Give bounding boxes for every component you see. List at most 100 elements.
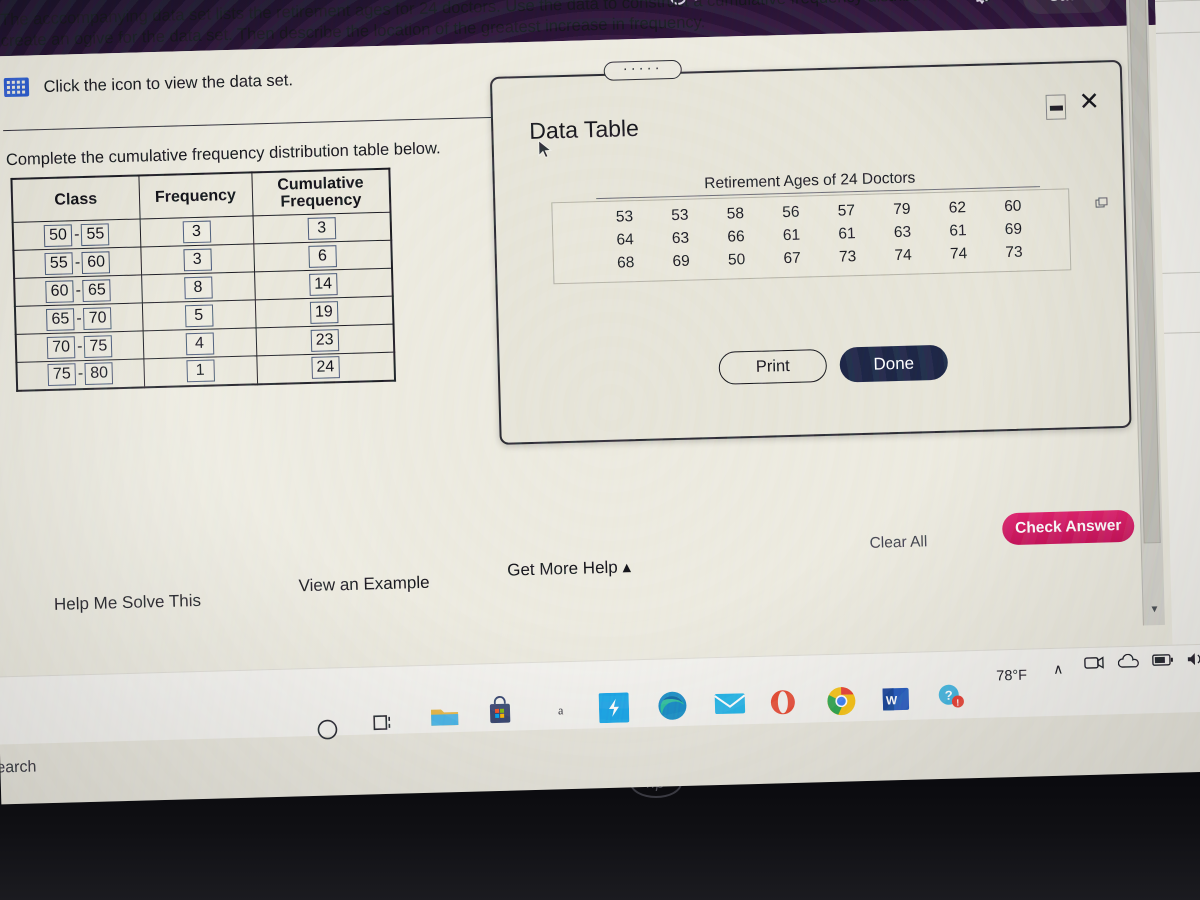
dataset-cell: 53	[671, 206, 689, 224]
weather-temperature[interactable]: 78°F	[996, 668, 1027, 685]
cloud-icon[interactable]	[1117, 653, 1140, 671]
microsoft-store-icon[interactable]	[487, 696, 514, 727]
column-header-cumulative-frequency: Cumulative Frequency	[251, 168, 391, 216]
tray-expand-icon[interactable]: ∧	[1053, 661, 1064, 678]
battery-icon[interactable]	[1152, 653, 1174, 668]
frequency-input[interactable]: 1	[185, 359, 215, 383]
cumulative-cell: 24	[256, 352, 396, 384]
class-high-input[interactable]: 80	[84, 362, 114, 386]
dataset-cell: 64	[616, 230, 634, 249]
class-dash: -	[77, 365, 84, 383]
word-icon[interactable]: W	[881, 685, 910, 714]
opera-icon[interactable]	[770, 689, 797, 716]
dialog-drag-handle[interactable]: ·····	[603, 59, 682, 81]
scroll-down-arrow-icon[interactable]: ▼	[1149, 604, 1159, 615]
cumulative-input[interactable]: 23	[310, 328, 339, 352]
cumulative-input[interactable]: 6	[308, 244, 337, 268]
help-me-solve-this-link[interactable]: Help Me Solve This	[54, 591, 202, 615]
get-more-help-link[interactable]: Get More Help ▴	[507, 557, 631, 580]
dataset-cell: 73	[838, 247, 857, 266]
svg-text:!: !	[956, 697, 959, 707]
check-answer-button[interactable]: Check Answer	[1001, 509, 1135, 546]
taskbar-search-text[interactable]: earch	[0, 758, 37, 777]
dataset-cell: 61	[838, 224, 856, 243]
class-dash: -	[76, 337, 83, 355]
dataset-link-row[interactable]: Click the icon to view the data set.	[3, 70, 293, 98]
class-cell: 55-60	[13, 246, 142, 279]
edge-line	[1162, 270, 1200, 274]
class-dash: -	[75, 281, 82, 299]
dataset-cell: 60	[1003, 197, 1022, 215]
dataset-cell: 50	[727, 250, 746, 269]
class-low-input[interactable]: 70	[46, 335, 76, 359]
class-low-input[interactable]: 75	[47, 363, 77, 387]
class-cell: 65-70	[14, 302, 143, 335]
frequency-cell: 5	[141, 299, 256, 331]
class-cell: 75-80	[16, 358, 145, 391]
class-high-input[interactable]: 65	[82, 278, 112, 302]
cumulative-cell: 14	[254, 268, 393, 300]
minimize-icon[interactable]	[1045, 94, 1067, 120]
dataset-cell: 79	[892, 200, 911, 218]
edge-line	[1164, 330, 1200, 334]
dataset-cell: 53	[615, 207, 634, 226]
frequency-input[interactable]: 5	[184, 304, 214, 327]
dataset-cell: 56	[782, 203, 800, 221]
edge-browser-icon[interactable]	[657, 690, 689, 722]
clear-all-button[interactable]: Clear All	[869, 533, 927, 553]
cumulative-input[interactable]: 14	[308, 272, 338, 296]
dataset-cell: 74	[894, 246, 912, 264]
task-view-icon[interactable]	[371, 710, 398, 737]
camera-icon[interactable]	[1084, 654, 1104, 673]
copy-icon[interactable]	[1095, 195, 1108, 208]
text-a-icon[interactable]: a	[552, 698, 579, 725]
class-low-input[interactable]: 65	[46, 307, 75, 331]
dataset-cell: 66	[727, 227, 745, 246]
class-high-input[interactable]: 75	[84, 334, 113, 358]
frequency-input[interactable]: 3	[182, 248, 212, 271]
dataset-cell: 61	[949, 221, 967, 240]
mail-icon[interactable]	[714, 689, 747, 716]
cumulative-input[interactable]: 19	[309, 300, 339, 324]
dataset-panel: Retirement Ages of 24 Doctors 53 53 58 5…	[551, 169, 1108, 285]
frequency-input[interactable]: 3	[182, 220, 211, 243]
class-dash: -	[74, 253, 81, 271]
cumulative-input[interactable]: 3	[307, 216, 336, 240]
chrome-icon[interactable]	[826, 686, 856, 716]
column-header-frequency: Frequency	[138, 172, 253, 219]
volume-icon[interactable]	[1186, 651, 1200, 668]
view-an-example-link[interactable]: View an Example	[298, 573, 430, 597]
class-low-input[interactable]: 55	[44, 251, 74, 275]
data-table-dialog: ····· Data Table ✕ Retirement Ages of 24…	[489, 59, 1132, 445]
scrollbar-thumb[interactable]	[1128, 0, 1161, 544]
cumulative-input[interactable]: 24	[311, 356, 340, 380]
table-body: 50-55 3 3 55-60 3 6 60-65 8 14 65 - 70 5…	[12, 212, 396, 391]
blue-s-app-icon[interactable]	[598, 692, 630, 724]
file-explorer-icon[interactable]	[430, 705, 461, 730]
dataset-cell: 62	[948, 198, 967, 217]
help-badge-icon[interactable]: ? !	[936, 682, 965, 711]
frequency-input[interactable]: 4	[185, 332, 214, 355]
dataset-cell: 69	[672, 252, 691, 270]
frequency-cell: 8	[141, 271, 255, 303]
cumulative-cell: 19	[254, 296, 394, 328]
dataset-link-text[interactable]: Click the icon to view the data set.	[43, 71, 293, 96]
class-high-input[interactable]: 70	[83, 306, 112, 330]
close-icon[interactable]: ✕	[1078, 87, 1100, 116]
start-circle-icon[interactable]	[314, 716, 341, 743]
dataset-cell: 61	[782, 226, 801, 244]
done-button[interactable]: Done	[839, 344, 949, 383]
print-button[interactable]: Print	[718, 348, 828, 385]
class-cell: 60-65	[14, 274, 142, 307]
class-high-input[interactable]: 55	[81, 222, 110, 246]
class-cell: 50-55	[12, 218, 141, 251]
class-dash: -	[73, 225, 80, 243]
laptop-screen-photo: hp ... 1 of 3 › 1.02%, 18 of 22 points P…	[0, 0, 1200, 900]
dataset-cell: 68	[616, 253, 635, 272]
class-low-input[interactable]: 50	[43, 223, 73, 247]
frequency-input[interactable]: 8	[183, 276, 213, 299]
screen-content: ... 1 of 3 › 1.02%, 18 of 22 points Poin…	[0, 0, 1200, 805]
class-low-input[interactable]: 60	[45, 279, 74, 303]
class-high-input[interactable]: 60	[81, 250, 111, 274]
data-grid-icon[interactable]	[3, 77, 30, 98]
